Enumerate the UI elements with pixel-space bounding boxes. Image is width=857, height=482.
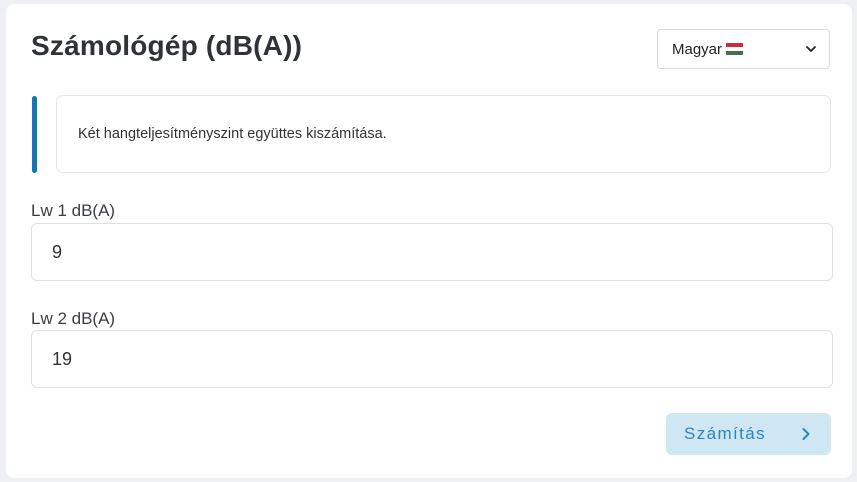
calculator-card: Számológép (dB(A)) Magyar Két hangteljes… (6, 4, 852, 478)
info-text: Két hangteljesítményszint együttes kiszá… (78, 126, 387, 142)
chevron-right-icon (802, 428, 810, 440)
calculate-button[interactable]: Számítás (666, 413, 831, 455)
language-select-value: Magyar (672, 40, 723, 58)
calculate-button-label: Számítás (684, 424, 767, 443)
lw2-input[interactable] (31, 330, 833, 388)
lw2-label: Lw 2 dB(A) (31, 309, 116, 328)
page-title: Számológép (dB(A)) (31, 30, 303, 61)
language-select[interactable]: Magyar (657, 29, 830, 69)
lw1-input[interactable] (31, 223, 833, 281)
info-box: Két hangteljesítményszint együttes kiszá… (56, 95, 831, 173)
info-accent-bar (32, 96, 37, 173)
chevron-down-icon (806, 46, 816, 52)
hungarian-flag-icon (726, 43, 744, 55)
lw1-label: Lw 1 dB(A) (31, 201, 116, 220)
